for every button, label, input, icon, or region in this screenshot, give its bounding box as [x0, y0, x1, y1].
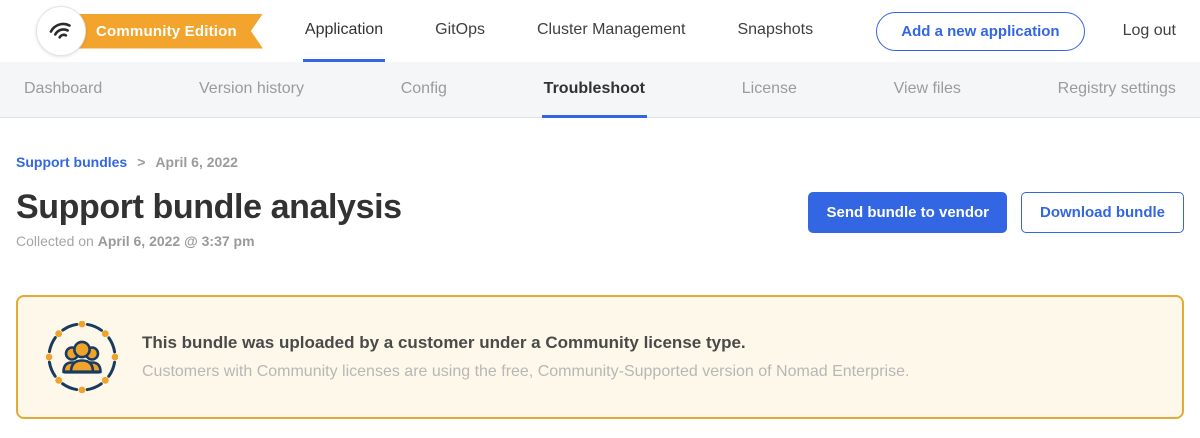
top-nav-cluster-management[interactable]: Cluster Management	[535, 0, 688, 62]
banner-text: This bundle was uploaded by a customer u…	[142, 333, 909, 381]
top-nav: Application GitOps Cluster Management Sn…	[303, 0, 815, 62]
top-nav-snapshots[interactable]: Snapshots	[735, 0, 815, 62]
breadcrumb-support-bundles-link[interactable]: Support bundles	[16, 154, 127, 170]
top-bar: Community Edition Application GitOps Clu…	[0, 0, 1200, 62]
page-content: Support bundles > April 6, 2022 Support …	[0, 154, 1200, 419]
community-edition-badge: Community Edition	[70, 14, 263, 49]
collected-date: April 6, 2022 @ 3:37 pm	[98, 233, 255, 249]
subnav-license[interactable]: License	[740, 62, 799, 118]
community-license-banner: This bundle was uploaded by a customer u…	[16, 295, 1184, 419]
page-header: Support bundle analysis Collected on Apr…	[16, 188, 1184, 249]
top-nav-application[interactable]: Application	[303, 0, 385, 62]
subnav-troubleshoot[interactable]: Troubleshoot	[542, 62, 647, 118]
subnav-dashboard[interactable]: Dashboard	[22, 62, 104, 118]
breadcrumb: Support bundles > April 6, 2022	[16, 154, 1184, 170]
header-actions: Send bundle to vendor Download bundle	[808, 192, 1184, 233]
logo-icon	[45, 15, 78, 48]
page-header-left: Support bundle analysis Collected on Apr…	[16, 188, 402, 249]
subnav-registry-settings[interactable]: Registry settings	[1056, 62, 1178, 118]
banner-title: This bundle was uploaded by a customer u…	[142, 333, 909, 353]
top-bar-right: Add a new application Log out	[876, 12, 1176, 51]
send-bundle-to-vendor-button[interactable]: Send bundle to vendor	[808, 192, 1007, 233]
download-bundle-button[interactable]: Download bundle	[1021, 192, 1184, 233]
subnav-version-history[interactable]: Version history	[197, 62, 306, 118]
breadcrumb-separator: >	[137, 154, 145, 170]
subnav-config[interactable]: Config	[399, 62, 449, 118]
logout-link[interactable]: Log out	[1123, 22, 1176, 40]
community-people-icon	[46, 321, 118, 393]
add-new-application-button[interactable]: Add a new application	[876, 12, 1084, 51]
replicated-logo[interactable]	[36, 6, 86, 56]
breadcrumb-current: April 6, 2022	[155, 154, 238, 170]
collected-prefix: Collected on	[16, 233, 94, 249]
page-title: Support bundle analysis	[16, 188, 402, 227]
top-nav-gitops[interactable]: GitOps	[433, 0, 487, 62]
brand: Community Edition	[36, 6, 263, 56]
app-sub-nav: Dashboard Version history Config Trouble…	[0, 62, 1200, 118]
subnav-view-files[interactable]: View files	[892, 62, 963, 118]
banner-subtitle: Customers with Community licenses are us…	[142, 363, 909, 381]
collected-timestamp: Collected on April 6, 2022 @ 3:37 pm	[16, 233, 402, 249]
